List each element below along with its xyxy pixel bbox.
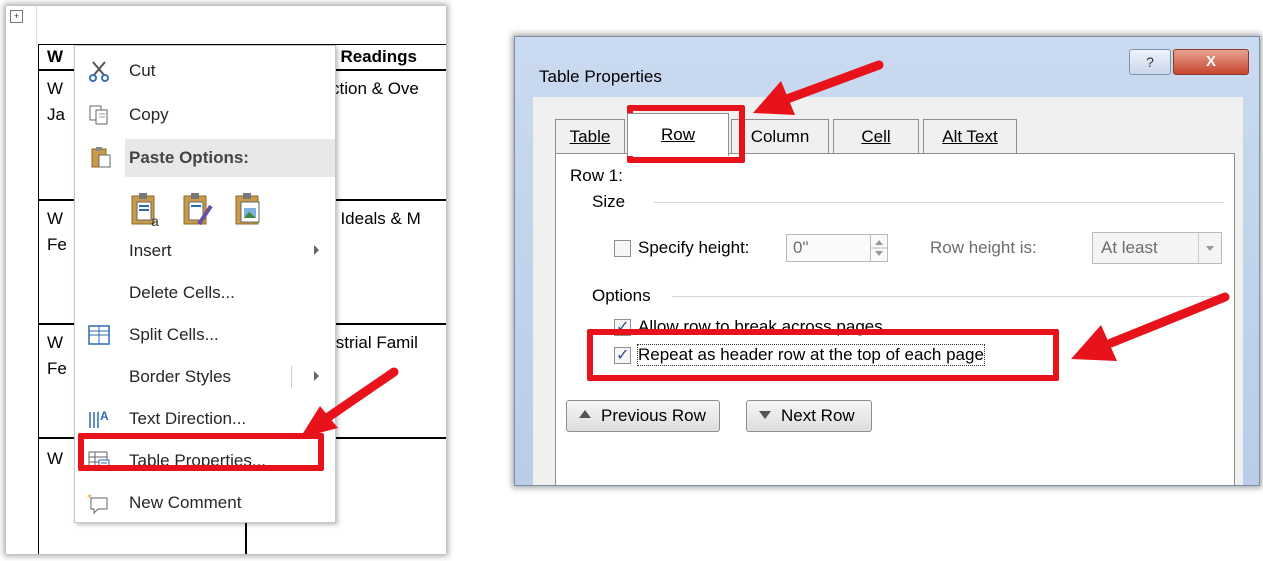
new-comment-icon: * [87,493,108,514]
row-height-rule-value: At least [1101,238,1158,257]
submenu-arrow-icon [314,245,319,255]
table-move-handle-icon[interactable]: + [10,10,23,23]
table-properties-dialog: Table Properties ? X Table Row Column Ce… [514,36,1260,486]
paste-merge-formatting-icon[interactable] [181,192,215,228]
red-arrow-icon [1071,292,1230,361]
help-button[interactable]: ? [1129,49,1171,75]
dropdown-arrow [1198,233,1221,263]
previous-row-button[interactable]: Previous Row [566,400,720,432]
specify-height-checkbox[interactable] [614,240,631,257]
height-value: 0" [793,238,809,257]
table-cell-text[interactable]: ction & Ove [331,79,419,99]
chevron-down-icon [1206,246,1214,251]
menu-item-label: Cut [129,61,156,80]
paste-options-label: Paste Options: [129,148,249,167]
row-number-label: Row 1: [570,166,623,185]
split-button-divider [291,366,292,388]
menu-item-label: Border Styles [129,367,232,386]
up-triangle-icon [579,410,591,418]
menu-item-copy[interactable]: Copy [75,96,335,134]
next-row-button[interactable]: Next Row [746,400,872,432]
copy-icon [89,105,108,125]
row-height-is-label: Row height is: [930,238,1037,257]
paste-picture-icon[interactable] [233,192,267,228]
tab-alt-text[interactable]: Alt Text [923,119,1017,154]
tab-label: Column [750,127,810,146]
close-button[interactable]: X [1173,49,1249,75]
table-cell-text[interactable]: W [47,209,63,229]
menu-item-label: Delete Cells... [129,283,235,302]
height-spinner[interactable] [870,235,887,261]
split-cells-icon [88,325,110,345]
tab-label: Alt Text [942,127,998,146]
paste-options-icons: a [129,192,279,232]
dialog-title: Table Properties [539,67,662,86]
tab-table[interactable]: Table [555,119,625,154]
svg-text:*: * [87,493,92,504]
options-group-heading: Options [592,286,651,305]
height-value-input[interactable]: 0" [786,234,888,262]
table-cell-text[interactable]: W [47,449,63,469]
repeat-header-highlight [587,329,1059,381]
table-cell-text[interactable]: Fe [47,359,67,379]
red-arrow-icon [753,60,884,115]
menu-item-label: New Comment [129,493,242,512]
tab-label: Table [569,127,611,146]
next-row-label: Next Row [781,406,855,425]
table-cell-text[interactable]: , Ideals & M [331,209,421,229]
spinner-arrows-icon [871,240,887,256]
paste-options-header: Paste Options: [125,139,335,177]
table-cell-text[interactable]: Ja [47,105,65,125]
menu-item-label: Text Direction... [129,409,247,428]
table-properties-highlight [78,433,324,471]
scissors-icon [89,61,109,82]
menu-item-insert[interactable]: Insert [75,232,335,270]
paste-keep-formatting-icon[interactable]: a [129,192,163,228]
header-cell-right[interactable]: / Readings [331,47,417,67]
red-arrow-icon [300,367,399,438]
tab-row[interactable]: Row [627,113,729,156]
menu-item-delete-cells[interactable]: Delete Cells... [75,274,335,312]
header-cell-left[interactable]: W [47,47,63,67]
table-cell-text[interactable]: W [47,79,63,99]
page-margin-guide [36,6,37,46]
tab-label: Cell [861,127,891,146]
row-height-rule-select[interactable]: At least [1092,232,1222,264]
table-cell-text[interactable]: W [47,333,63,353]
clipboard-icon [91,147,111,168]
menu-item-label: Insert [129,241,172,260]
word-document-panel: + W / Readings W Ja ction & Ove W Fe , I… [6,6,446,554]
svg-text:a: a [151,213,159,228]
svg-text:A: A [100,409,109,423]
size-group-heading: Size [592,192,626,211]
previous-row-label: Previous Row [601,406,706,425]
table-cell-text[interactable]: ıstrial Famil [331,333,418,353]
menu-item-label: Copy [129,105,169,124]
tab-label: Row [660,125,695,144]
menu-item-split-cells[interactable]: Split Cells... [75,316,335,354]
text-direction-icon: A [89,409,109,428]
table-cell-text[interactable]: Fe [47,235,67,255]
down-triangle-icon [759,411,771,419]
menu-item-new-comment[interactable]: * New Comment [75,484,335,522]
menu-item-cut[interactable]: Cut [75,52,335,90]
size-group-divider [654,202,1224,203]
menu-item-label: Split Cells... [129,325,219,344]
specify-height-label: Specify height: [638,238,750,257]
